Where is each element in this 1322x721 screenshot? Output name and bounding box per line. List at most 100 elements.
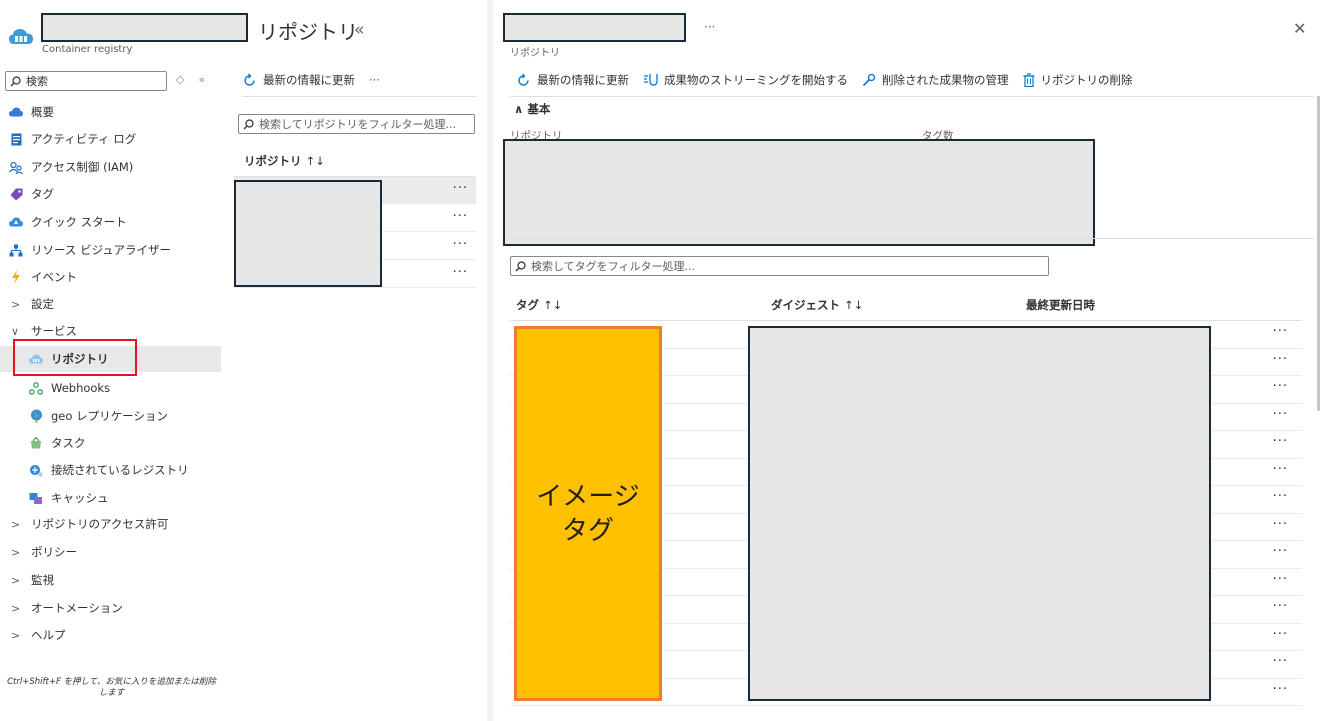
close-icon[interactable]: ✕ — [1293, 19, 1306, 38]
row-more-icon[interactable]: ··· — [453, 209, 468, 224]
column-header-repository[interactable]: リポジトリ ↑↓ — [244, 153, 325, 169]
row-more-icon[interactable]: ··· — [453, 237, 468, 252]
repository-filter-input[interactable]: 検索してリポジトリをフィルター処理... — [238, 114, 475, 134]
row-more-icon[interactable]: ··· — [1273, 627, 1288, 642]
tag-filter-input[interactable]: 検索してタグをフィルター処理... — [510, 256, 1049, 276]
row-more-icon[interactable]: ··· — [1273, 434, 1288, 449]
trash-icon — [1023, 73, 1034, 87]
scrollbar[interactable] — [1317, 96, 1320, 411]
nav-item-connected-registries[interactable]: 接続されているレジストリ — [0, 457, 221, 483]
nav-item-cache[interactable]: キャッシュ — [0, 485, 221, 511]
nav-item-activity-log[interactable]: アクティビティ ログ — [0, 126, 221, 152]
nav-item-quickstart[interactable]: クイック スタート — [0, 209, 221, 235]
favorites-hint: Ctrl+Shift+F を押して、お気に入りを追加または削除します — [7, 677, 216, 698]
nav-item-tasks[interactable]: タスク — [0, 430, 221, 456]
divider — [242, 96, 476, 97]
nav-group-help[interactable]: > ヘルプ — [0, 622, 221, 648]
refresh-button[interactable]: 最新の情報に更新 — [242, 72, 355, 88]
nav-group-settings[interactable]: > 設定 — [0, 291, 221, 317]
delete-repository-button[interactable]: リポジトリの削除 — [1023, 72, 1133, 88]
row-more-icon[interactable]: ··· — [1273, 544, 1288, 559]
row-more-icon[interactable]: ··· — [1273, 379, 1288, 394]
row-more-icon[interactable]: ··· — [1273, 462, 1288, 477]
connected-registry-icon — [29, 463, 43, 477]
refresh-button[interactable]: 最新の情報に更新 — [516, 72, 629, 88]
row-more-icon[interactable]: ··· — [1273, 572, 1288, 587]
tasks-icon — [29, 436, 43, 450]
repository-list-pane: リポジトリ « 最新の情報に更新 ··· 検索してリポジトリをフィルター処理..… — [232, 0, 482, 721]
nav-item-resource-visualizer[interactable]: リソース ビジュアライザー — [0, 237, 221, 263]
chevron-up-icon: ∧ — [514, 102, 524, 116]
lightning-icon — [9, 270, 23, 284]
row-more-icon[interactable]: ··· — [1273, 682, 1288, 697]
search-icon — [10, 75, 21, 86]
search-icon — [243, 118, 254, 129]
repository-names-redacted — [234, 180, 382, 287]
chevron-right-icon: > — [11, 297, 21, 311]
wrench-icon — [862, 73, 876, 87]
sort-icon[interactable]: ↑↓ — [543, 298, 562, 312]
nav-item-tags[interactable]: タグ — [0, 181, 221, 207]
resource-visualizer-icon — [9, 243, 23, 257]
blade-subtitle: リポジトリ — [510, 48, 560, 59]
column-header-last-updated[interactable]: 最終更新日時 — [1026, 297, 1095, 313]
webhooks-icon — [29, 381, 43, 395]
container-registry-icon — [8, 26, 34, 49]
nav-item-webhooks[interactable]: Webhooks — [0, 375, 221, 401]
nav-item-overview[interactable]: 概要 — [0, 99, 221, 125]
nav-group-policies[interactable]: > ポリシー — [0, 539, 221, 565]
row-more-icon[interactable]: ··· — [453, 265, 468, 280]
chevron-right-icon: > — [11, 601, 21, 615]
chevron-right-icon: > — [11, 545, 21, 559]
cache-icon — [29, 491, 43, 505]
sort-icon[interactable]: ↑↓ — [844, 298, 863, 312]
refresh-icon — [518, 73, 529, 86]
page-title: リポジトリ — [258, 20, 358, 44]
quickstart-cloud-icon — [9, 215, 23, 229]
search-icon — [515, 260, 526, 271]
row-more-icon[interactable]: ··· — [453, 181, 468, 196]
chevron-down-icon: ∨ — [11, 324, 20, 338]
resource-menu: Container registry 検索 ◇ « 概要 アクティビティ ログ … — [0, 0, 248, 721]
row-more-icon[interactable]: ··· — [1273, 489, 1288, 504]
nav-item-geo-replication[interactable]: geo レプリケーション — [0, 403, 221, 429]
globe-icon — [29, 409, 43, 423]
column-header-tag[interactable]: タグ ↑↓ — [516, 297, 562, 313]
nav-group-repository-permissions[interactable]: > リポジトリのアクセス許可 — [0, 511, 221, 537]
divider — [510, 96, 1314, 97]
sort-icon[interactable]: ↑↓ — [306, 154, 325, 168]
nav-group-monitoring[interactable]: > 監視 — [0, 567, 221, 593]
highlight-box-repositories — [13, 339, 137, 376]
column-header-digest[interactable]: ダイジェスト ↑↓ — [771, 297, 863, 313]
cloud-overview-icon — [9, 105, 23, 119]
image-tag-annotation: イメージタグ — [514, 326, 662, 701]
resource-type: Container registry — [42, 44, 133, 55]
repository-name-redacted — [503, 13, 686, 42]
nav-item-events[interactable]: イベント — [0, 264, 221, 290]
row-more-icon[interactable]: ··· — [1273, 654, 1288, 669]
streaming-icon — [644, 74, 658, 86]
more-options-icon[interactable]: ··· — [704, 20, 715, 34]
row-more-icon[interactable]: ··· — [1273, 407, 1288, 422]
row-more-icon[interactable]: ··· — [1273, 517, 1288, 532]
row-more-icon[interactable]: ··· — [1273, 599, 1288, 614]
more-actions-icon[interactable]: ··· — [369, 73, 380, 87]
sort-icon[interactable]: ◇ — [176, 73, 184, 86]
activity-log-icon — [9, 132, 23, 146]
start-artifact-streaming-button[interactable]: 成果物のストリーミングを開始する — [643, 72, 848, 88]
nav-group-automation[interactable]: > オートメーション — [0, 595, 221, 621]
search-placeholder: 検索 — [26, 75, 48, 88]
menu-search-input[interactable]: 検索 — [5, 71, 167, 91]
manage-deleted-artifacts-button[interactable]: 削除された成果物の管理 — [862, 72, 1009, 88]
refresh-icon — [244, 73, 255, 86]
row-more-icon[interactable]: ··· — [1273, 324, 1288, 339]
collapse-menu-icon[interactable]: « — [198, 73, 205, 86]
nav-item-iam[interactable]: アクセス制御 (IAM) — [0, 154, 221, 180]
tag-icon — [9, 187, 23, 201]
repository-detail-pane: ··· ✕ リポジトリ 最新の情報に更新 成果物のストリーミングを開始する 削除… — [493, 0, 1322, 721]
collapse-pane-icon[interactable]: « — [354, 20, 364, 40]
iam-people-icon — [9, 160, 23, 174]
row-more-icon[interactable]: ··· — [1273, 352, 1288, 367]
chevron-right-icon: > — [11, 573, 21, 587]
essentials-toggle[interactable]: ∧ 基本 — [514, 101, 550, 117]
